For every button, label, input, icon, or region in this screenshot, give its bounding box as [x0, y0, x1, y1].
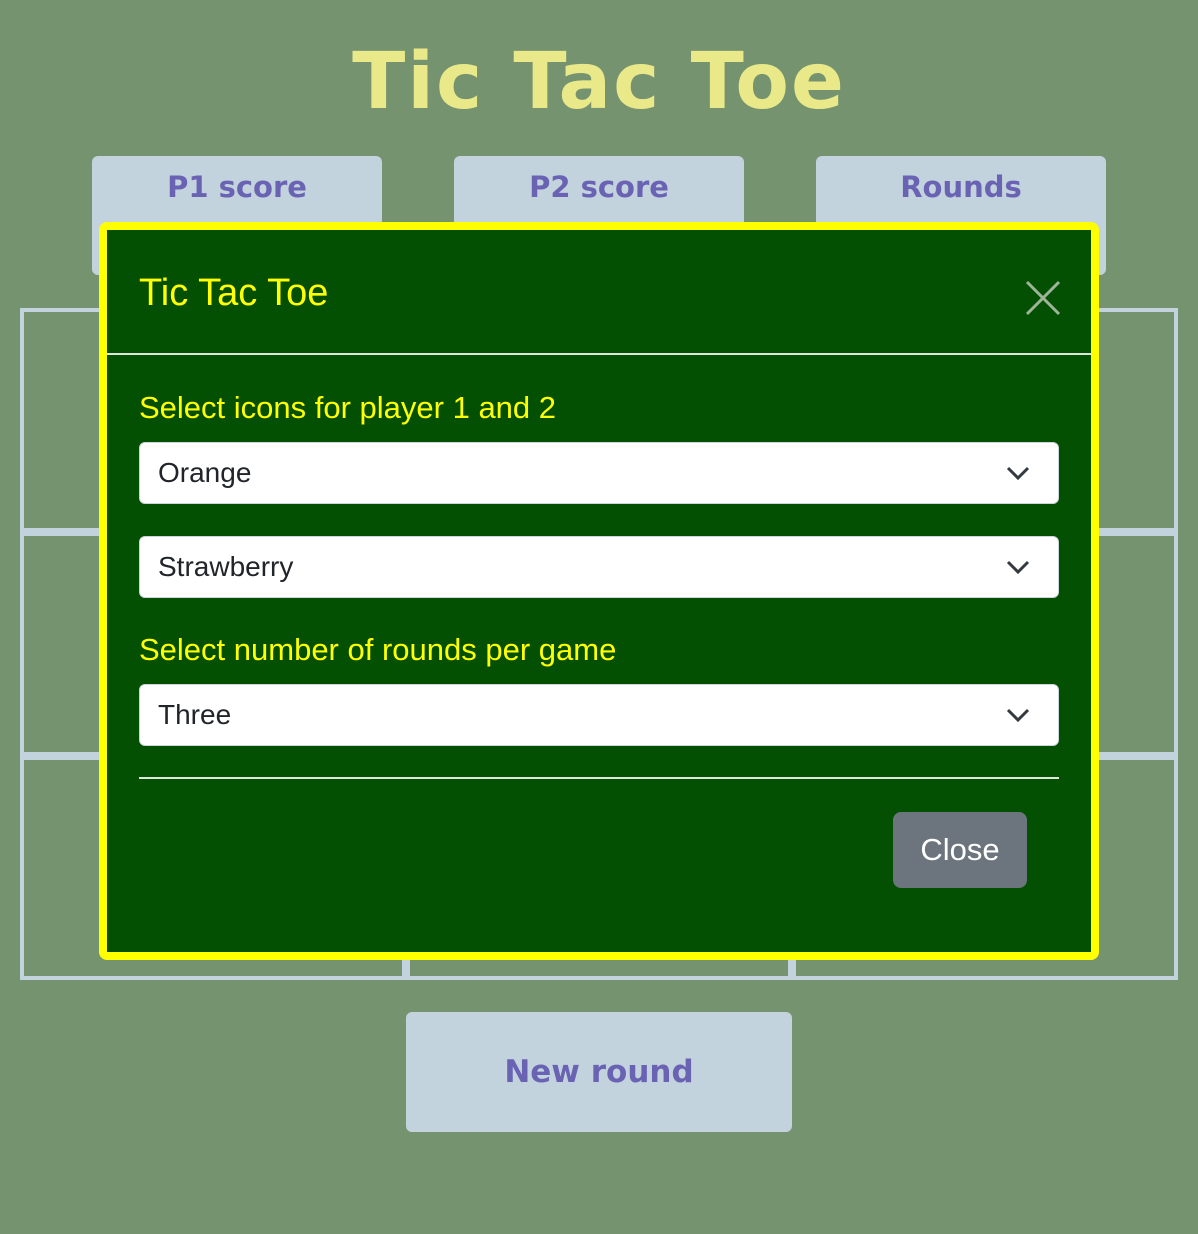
chevron-down-icon — [1006, 557, 1030, 581]
chevron-down-icon — [1006, 705, 1030, 729]
modal-title: Tic Tac Toe — [139, 272, 329, 314]
page-title: Tic Tac Toe — [352, 37, 846, 127]
player1-icon-value: Orange — [158, 457, 252, 488]
player2-icon-value: Strawberry — [158, 551, 294, 582]
chevron-down-icon — [1006, 463, 1030, 487]
rounds-label: Rounds — [900, 170, 1022, 204]
p1-score-label: P1 score — [167, 170, 307, 204]
rounds-select[interactable]: Three — [139, 684, 1059, 746]
new-round-button[interactable]: New round — [406, 1012, 792, 1132]
player1-icon-select[interactable]: Orange — [139, 442, 1059, 504]
settings-modal: Tic Tac Toe Select icons for player 1 an… — [99, 222, 1099, 960]
rounds-section-label: Select number of rounds per game — [139, 632, 617, 667]
icons-section-label: Select icons for player 1 and 2 — [139, 390, 557, 425]
p2-score-label: P2 score — [529, 170, 669, 204]
modal-header: Tic Tac Toe — [107, 230, 1091, 355]
modal-divider — [139, 777, 1059, 779]
rounds-value: Three — [158, 699, 232, 730]
close-button[interactable]: Close — [893, 812, 1027, 888]
close-icon[interactable] — [1021, 276, 1065, 320]
player2-icon-select[interactable]: Strawberry — [139, 536, 1059, 598]
